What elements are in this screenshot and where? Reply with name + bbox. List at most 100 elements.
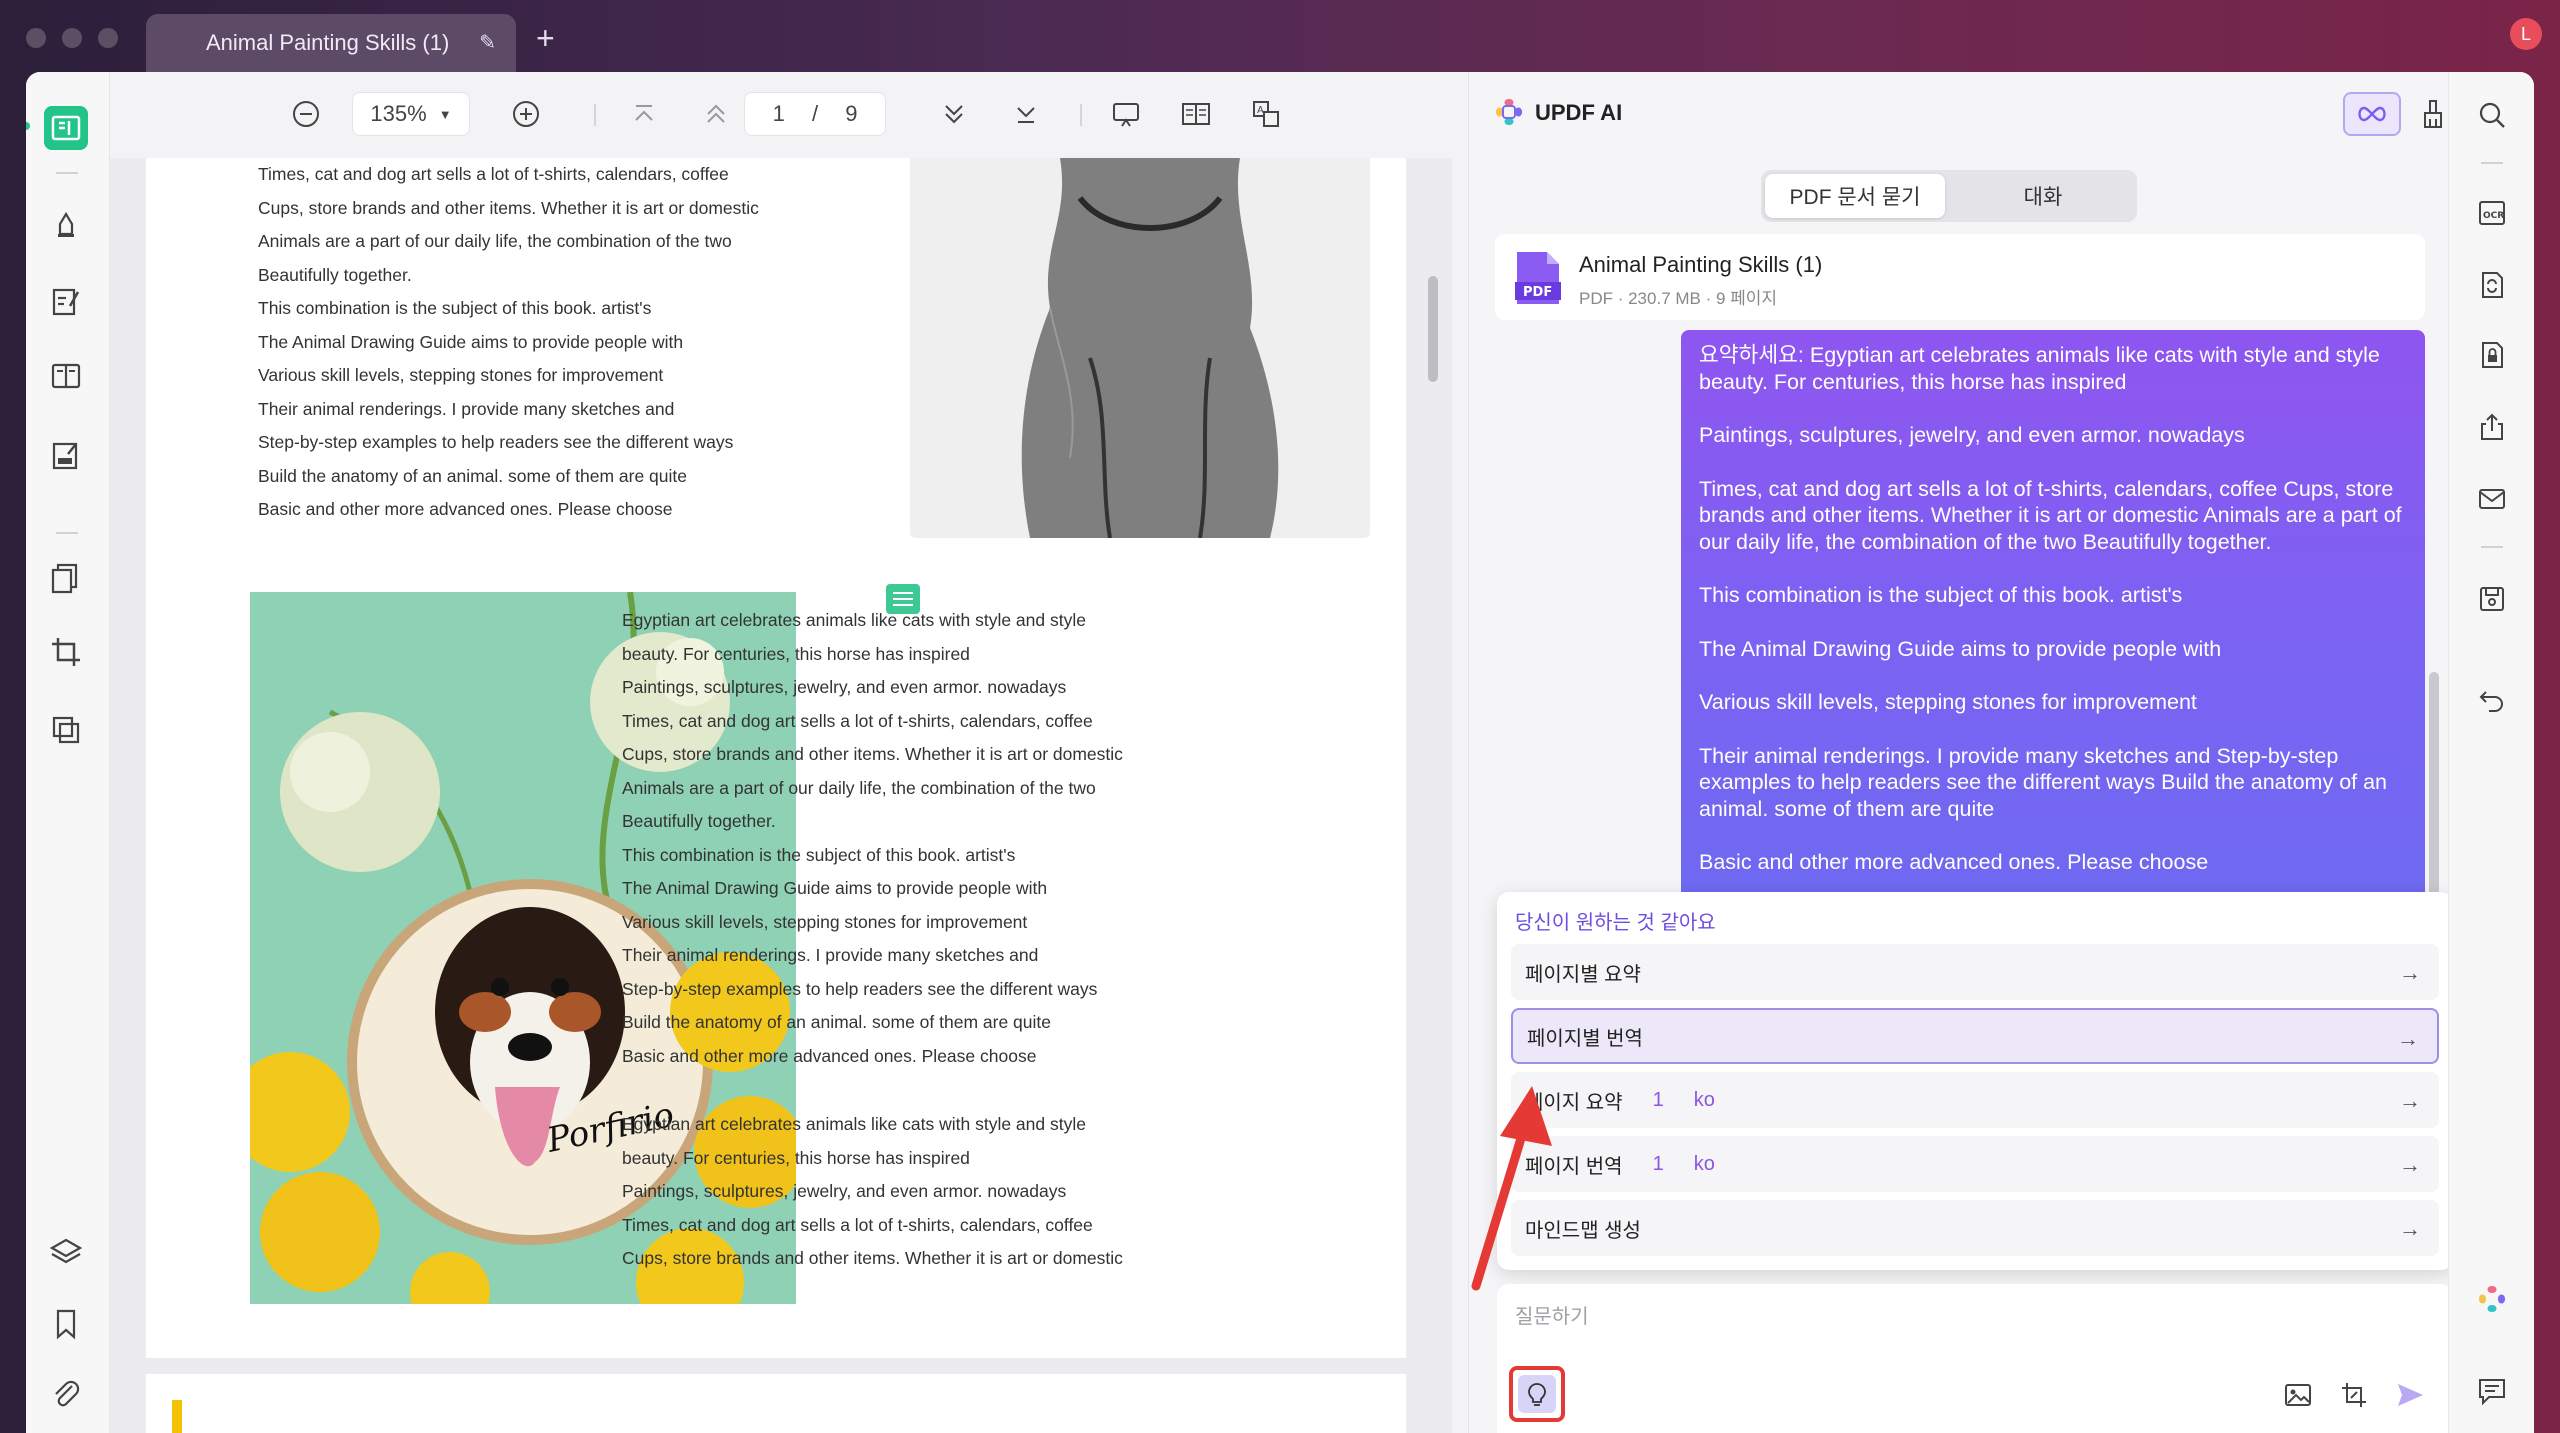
divider (594, 104, 596, 126)
page-separator: / (811, 101, 819, 126)
attachment-icon[interactable] (44, 1372, 88, 1416)
updf-ai-icon[interactable] (2475, 1282, 2509, 1316)
undo-icon[interactable] (2475, 682, 2509, 716)
suggestion-translate-by-page[interactable]: 페이지별 번역 → (1511, 1008, 2439, 1064)
save-icon[interactable] (2475, 582, 2509, 616)
document-tab[interactable]: Animal Painting Skills (1) ✎ (146, 14, 516, 72)
cat-sketch-image (910, 158, 1370, 538)
bookmark-icon[interactable] (44, 1302, 88, 1346)
convert-icon[interactable] (2475, 268, 2509, 302)
zoom-select[interactable]: 135% ▼ (352, 92, 470, 136)
current-page: 1 (772, 101, 785, 126)
protect-icon[interactable] (2475, 338, 2509, 372)
language-chip[interactable]: ko (1694, 1153, 1715, 1176)
pdf-page: Times, cat and dog art sells a lot of t-… (146, 158, 1406, 1358)
suggestions-title: 당신이 원하는 것 같아요 (1515, 912, 1716, 934)
edit-pdf-icon[interactable] (44, 280, 88, 324)
question-input[interactable]: 질문하기 (1515, 1300, 1589, 1329)
last-page-icon[interactable] (1006, 92, 1046, 136)
text-block-middle[interactable]: Egyptian art celebrates animals like cat… (622, 604, 1123, 1073)
document-toolbar: 135% ▼ 1 / 9 A (110, 72, 1470, 158)
send-icon[interactable] (2395, 1380, 2425, 1410)
suggestion-translate-page[interactable]: 페이지 번역 1 ko → (1511, 1136, 2439, 1192)
language-chip[interactable]: ko (1694, 1089, 1715, 1112)
email-icon[interactable] (2475, 482, 2509, 516)
infinity-icon[interactable] (2343, 92, 2401, 136)
tab-chat[interactable]: 대화 (1953, 174, 2133, 218)
translate-icon[interactable]: A (1246, 92, 1286, 136)
ocr-icon[interactable]: OCR (2475, 196, 2509, 230)
pencil-icon[interactable]: ✎ (479, 30, 496, 55)
zoom-out-icon[interactable] (286, 92, 326, 136)
app-window: 135% ▼ 1 / 9 A Times, cat and dog art se… (26, 72, 2534, 1433)
search-icon[interactable] (2475, 98, 2509, 132)
close-window-button[interactable] (26, 28, 46, 48)
organize-pages-icon[interactable] (44, 556, 88, 600)
updf-ai-logo-icon (1496, 99, 1522, 125)
zoom-value: 135% (370, 101, 427, 126)
user-message-bubble[interactable]: 요약하세요: Egyptian art celebrates animals l… (1681, 330, 2425, 970)
ai-mode-tabs: PDF 문서 묻기 대화 (1761, 170, 2137, 222)
maximize-window-button[interactable] (98, 28, 118, 48)
lightbulb-icon (1518, 1375, 1556, 1413)
next-page-icon[interactable] (934, 92, 974, 136)
highlighter-icon[interactable] (44, 202, 88, 246)
ai-panel-title: UPDF AI (1535, 100, 1623, 125)
arrow-right-icon: → (2399, 1088, 2421, 1113)
share-icon[interactable] (2475, 410, 2509, 444)
divider (2481, 546, 2503, 548)
left-sidebar (26, 72, 110, 1433)
clean-chat-icon[interactable] (2413, 92, 2453, 136)
arrow-right-icon: → (2399, 1152, 2421, 1177)
annotation-arrow (1471, 1086, 1552, 1291)
reader-mode-icon[interactable] (44, 106, 88, 150)
status-dot (26, 122, 30, 130)
suggestion-summarize-page[interactable]: 페이지 요약 1 ko → (1511, 1072, 2439, 1128)
svg-text:PDF: PDF (1523, 285, 1552, 300)
screenshot-crop-icon[interactable] (2339, 1380, 2369, 1410)
page-number-chip[interactable]: 1 (1653, 1089, 1664, 1112)
arrow-right-icon: → (2399, 960, 2421, 985)
prompt-suggestions-button[interactable] (1509, 1366, 1565, 1422)
zoom-in-icon[interactable] (506, 92, 546, 136)
layers-icon[interactable] (44, 1230, 88, 1274)
document-scrollbar[interactable] (1428, 276, 1438, 382)
prompt-suggestions-popup: 당신이 원하는 것 같아요 페이지별 요약 → 페이지별 번역 → 페이지 요약… (1497, 892, 2453, 1270)
tab-title: Animal Painting Skills (1) (206, 30, 450, 55)
comments-panel-icon[interactable] (2475, 1374, 2509, 1408)
suggestion-mindmap[interactable]: 마인드맵 생성 → (1511, 1200, 2439, 1256)
text-block-top[interactable]: Times, cat and dog art sells a lot of t-… (258, 158, 759, 527)
first-page-icon[interactable] (624, 92, 664, 136)
text-block-bottom[interactable]: Egyptian art celebrates animals like cat… (622, 1108, 1123, 1276)
minimize-window-button[interactable] (62, 28, 82, 48)
file-card: PDF Animal Painting Skills (1) PDF · 230… (1495, 234, 2425, 320)
form-icon[interactable] (44, 434, 88, 478)
svg-text:OCR: OCR (2483, 211, 2504, 221)
page-number-chip[interactable]: 1 (1653, 1153, 1664, 1176)
total-pages: 9 (845, 101, 858, 126)
presentation-icon[interactable] (1106, 92, 1146, 136)
crop-icon[interactable] (44, 630, 88, 674)
file-meta: PDF · 230.7 MB · 9 페이지 (1579, 289, 1778, 308)
file-name: Animal Painting Skills (1) (1579, 252, 1823, 277)
chat-input-area[interactable]: 질문하기 (1497, 1284, 2453, 1433)
title-bar: Animal Painting Skills (1) ✎ + L (0, 0, 2560, 72)
right-toolbar: OCR (2448, 72, 2534, 1433)
compare-icon[interactable] (44, 708, 88, 752)
tab-ask-pdf[interactable]: PDF 문서 묻기 (1765, 174, 1945, 218)
pdf-file-icon: PDF (1515, 252, 1561, 304)
pdf-page-next (146, 1374, 1406, 1433)
arrow-right-icon: → (2399, 1216, 2421, 1241)
page-number-field[interactable]: 1 / 9 (744, 92, 886, 136)
previous-page-icon[interactable] (696, 92, 736, 136)
document-viewer[interactable]: Times, cat and dog art sells a lot of t-… (110, 158, 1452, 1433)
divider (56, 172, 78, 174)
chevron-down-icon: ▼ (438, 106, 452, 122)
new-tab-button[interactable]: + (536, 22, 555, 54)
ai-header: UPDF AI (1469, 72, 2449, 162)
page-layout-icon[interactable] (44, 354, 88, 398)
two-page-view-icon[interactable] (1176, 92, 1216, 136)
image-icon[interactable] (2283, 1380, 2313, 1410)
avatar[interactable]: L (2510, 18, 2542, 50)
suggestion-summarize-by-page[interactable]: 페이지별 요약 → (1511, 944, 2439, 1000)
